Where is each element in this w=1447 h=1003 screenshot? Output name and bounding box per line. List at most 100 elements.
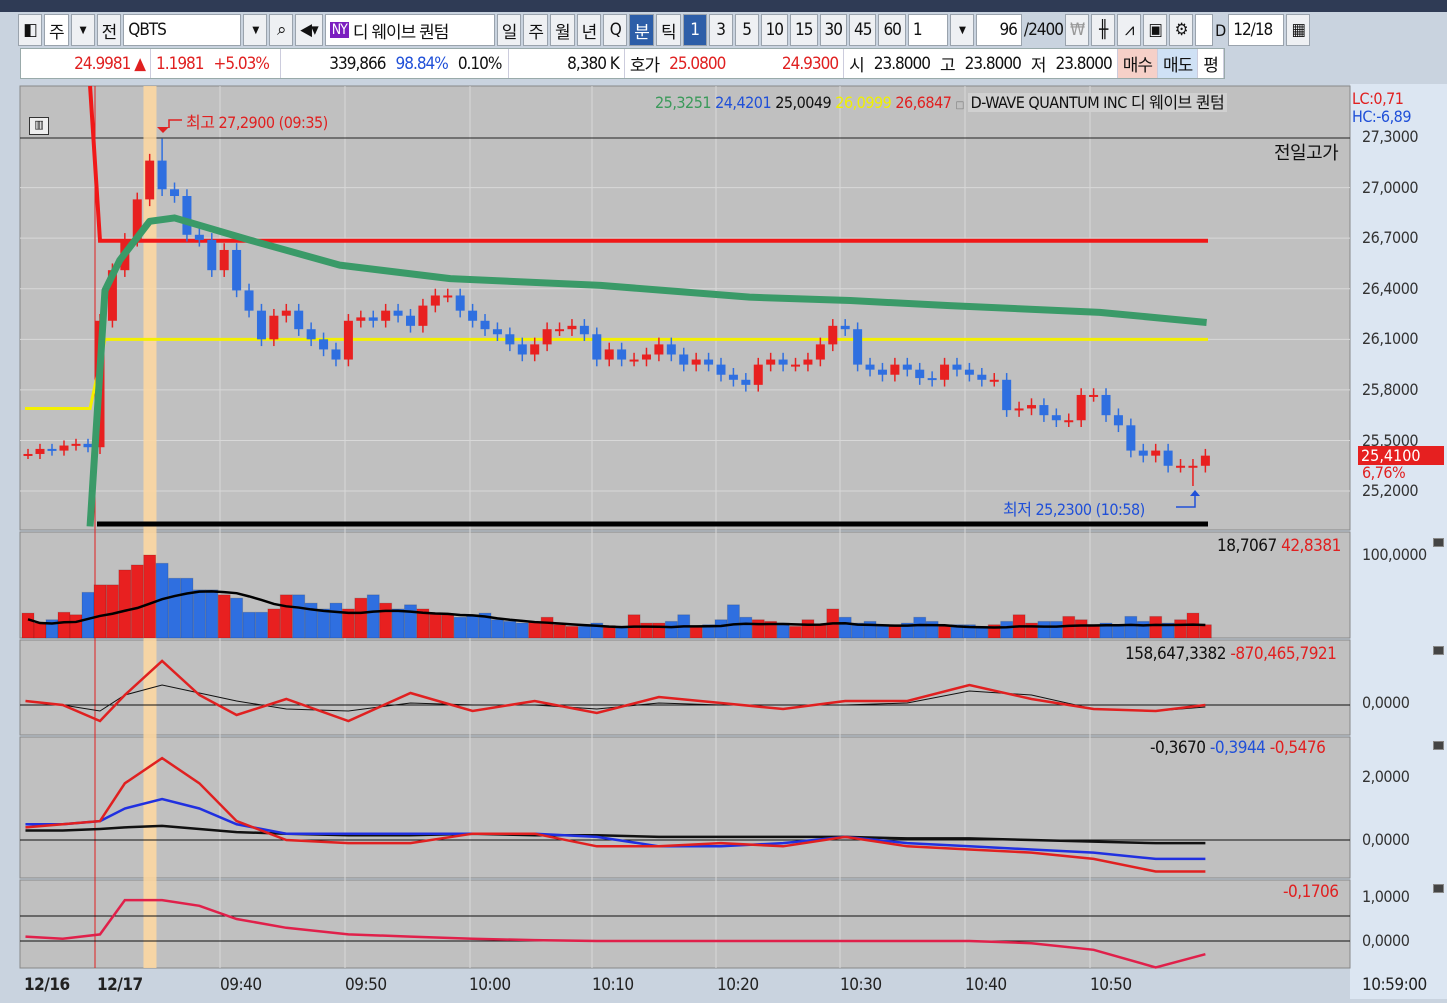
period-minute[interactable]: 분 (629, 14, 654, 46)
candle (381, 310, 391, 321)
osc1-values: 158,647,3382 -870,465,7921 (1125, 644, 1337, 664)
time-label: 09:40 (220, 975, 262, 995)
period-quarter[interactable]: Q (603, 14, 628, 46)
interval-5[interactable]: 5 (734, 14, 759, 46)
grid-toggle-icon[interactable]: ▥ (29, 117, 49, 135)
volume-bar (1037, 620, 1051, 639)
period-week-select[interactable]: 주 (44, 14, 69, 46)
volume-bar (217, 594, 231, 639)
prev-high-label: 전일고가 (1274, 143, 1339, 164)
candle (1126, 425, 1136, 451)
period-week-label: 주 (49, 22, 65, 43)
close-panel-icon[interactable] (1433, 884, 1444, 893)
close-panel-icon[interactable] (1433, 538, 1444, 547)
candle (641, 354, 651, 360)
legend-value-blue: 24,4201 (715, 93, 772, 112)
candle (704, 359, 714, 365)
candle (977, 374, 987, 380)
candle (753, 364, 763, 385)
candle (393, 310, 403, 316)
avg-button[interactable]: 평 (1198, 49, 1224, 78)
calendar-icon[interactable]: ▦ (1286, 14, 1311, 46)
volume-bar (1111, 624, 1125, 639)
count-input[interactable]: 96 (975, 14, 1022, 46)
sell-button[interactable]: 매도 (1158, 49, 1199, 78)
volume-bar (180, 577, 194, 639)
candle (828, 325, 838, 345)
candle (443, 295, 453, 298)
volume-bar (639, 622, 653, 639)
interval-45[interactable]: 45 (848, 14, 877, 46)
period-year[interactable]: 년 (576, 14, 602, 46)
panel-toggle-icon[interactable]: ◧ (18, 14, 42, 46)
interval-15[interactable]: 15 (790, 14, 818, 46)
volume-bar (503, 620, 517, 639)
add-candle-icon[interactable]: ╫ (1091, 14, 1116, 46)
period-tick[interactable]: 틱 (655, 14, 681, 46)
volume-bar (279, 594, 293, 639)
interval-10[interactable]: 10 (760, 14, 789, 46)
candle (840, 325, 850, 330)
osc1-axis-label: 0,0000 (1362, 693, 1410, 712)
period-day[interactable]: 일 (496, 14, 522, 46)
time-label: 12/16 (24, 975, 70, 995)
add-line-icon[interactable]: ⩘ (1117, 14, 1142, 46)
period-month[interactable]: 월 (550, 14, 575, 46)
volume-bar (441, 614, 455, 639)
chevron-down-icon[interactable]: ▼ (70, 14, 95, 46)
volume-bar (565, 625, 579, 639)
speaker-icon[interactable]: ◀▾ (295, 14, 323, 46)
candle (468, 310, 478, 321)
candle (1138, 450, 1148, 456)
stock-name-field[interactable]: NY 디 웨이브 퀀텀 (324, 14, 495, 46)
volume-bar (553, 624, 567, 639)
candle (232, 249, 242, 291)
symbol-input[interactable]: QBTS (123, 14, 242, 46)
interval-dropdown-icon[interactable]: ▼ (949, 14, 974, 46)
close-panel-icon[interactable] (1433, 741, 1444, 750)
search-icon[interactable]: ⌕ (269, 14, 294, 46)
symbol-dropdown-icon[interactable]: ▼ (243, 14, 268, 46)
volume-bar (1174, 619, 1188, 639)
volume-ratio: 98.84% (395, 53, 449, 74)
volume-bar (689, 625, 703, 639)
hoga-label: 호가 (629, 56, 660, 76)
candle (617, 349, 627, 360)
candle (59, 445, 69, 451)
volume-bar (913, 616, 927, 639)
window-title-bar (0, 0, 1447, 12)
gear-icon[interactable]: ⚙ (1169, 14, 1194, 46)
save-icon[interactable]: ▣ (1143, 14, 1168, 46)
interval-30[interactable]: 30 (819, 14, 847, 46)
candle (219, 249, 229, 271)
period-week[interactable]: 주 (523, 14, 549, 46)
volume-bar (118, 569, 132, 639)
volume-bar (664, 620, 678, 639)
won-icon[interactable]: ₩ (1065, 14, 1090, 46)
d-label: D (1215, 20, 1227, 40)
change: 1.1981 (156, 53, 204, 74)
candle (406, 315, 415, 326)
max-annotation: 최고 27,2900 (09:35) (186, 113, 328, 132)
high-value: 23.8000 (964, 53, 1022, 74)
d-checkbox[interactable] (1195, 14, 1214, 46)
interval-1[interactable]: 1 (682, 14, 707, 46)
current-pct: 6,76% (1362, 463, 1406, 482)
volume-bar (130, 564, 144, 639)
volume-bar (875, 624, 889, 639)
volume-bar (540, 616, 554, 639)
candle (23, 453, 33, 456)
buy-button[interactable]: 매수 (1117, 49, 1158, 78)
prev-button[interactable]: 전 (96, 14, 122, 46)
volume-bar (192, 589, 206, 639)
close-panel-icon[interactable] (1433, 646, 1444, 655)
time-label: 10:30 (840, 975, 882, 995)
candle (1002, 379, 1012, 411)
custom-interval-input[interactable]: 1 (907, 14, 948, 46)
candle (1101, 394, 1111, 416)
volume-bar (1074, 619, 1088, 639)
volume-bar (205, 589, 219, 639)
interval-3[interactable]: 3 (708, 14, 733, 46)
date-input[interactable]: 12/18 (1228, 14, 1285, 46)
interval-60[interactable]: 60 (878, 14, 906, 46)
